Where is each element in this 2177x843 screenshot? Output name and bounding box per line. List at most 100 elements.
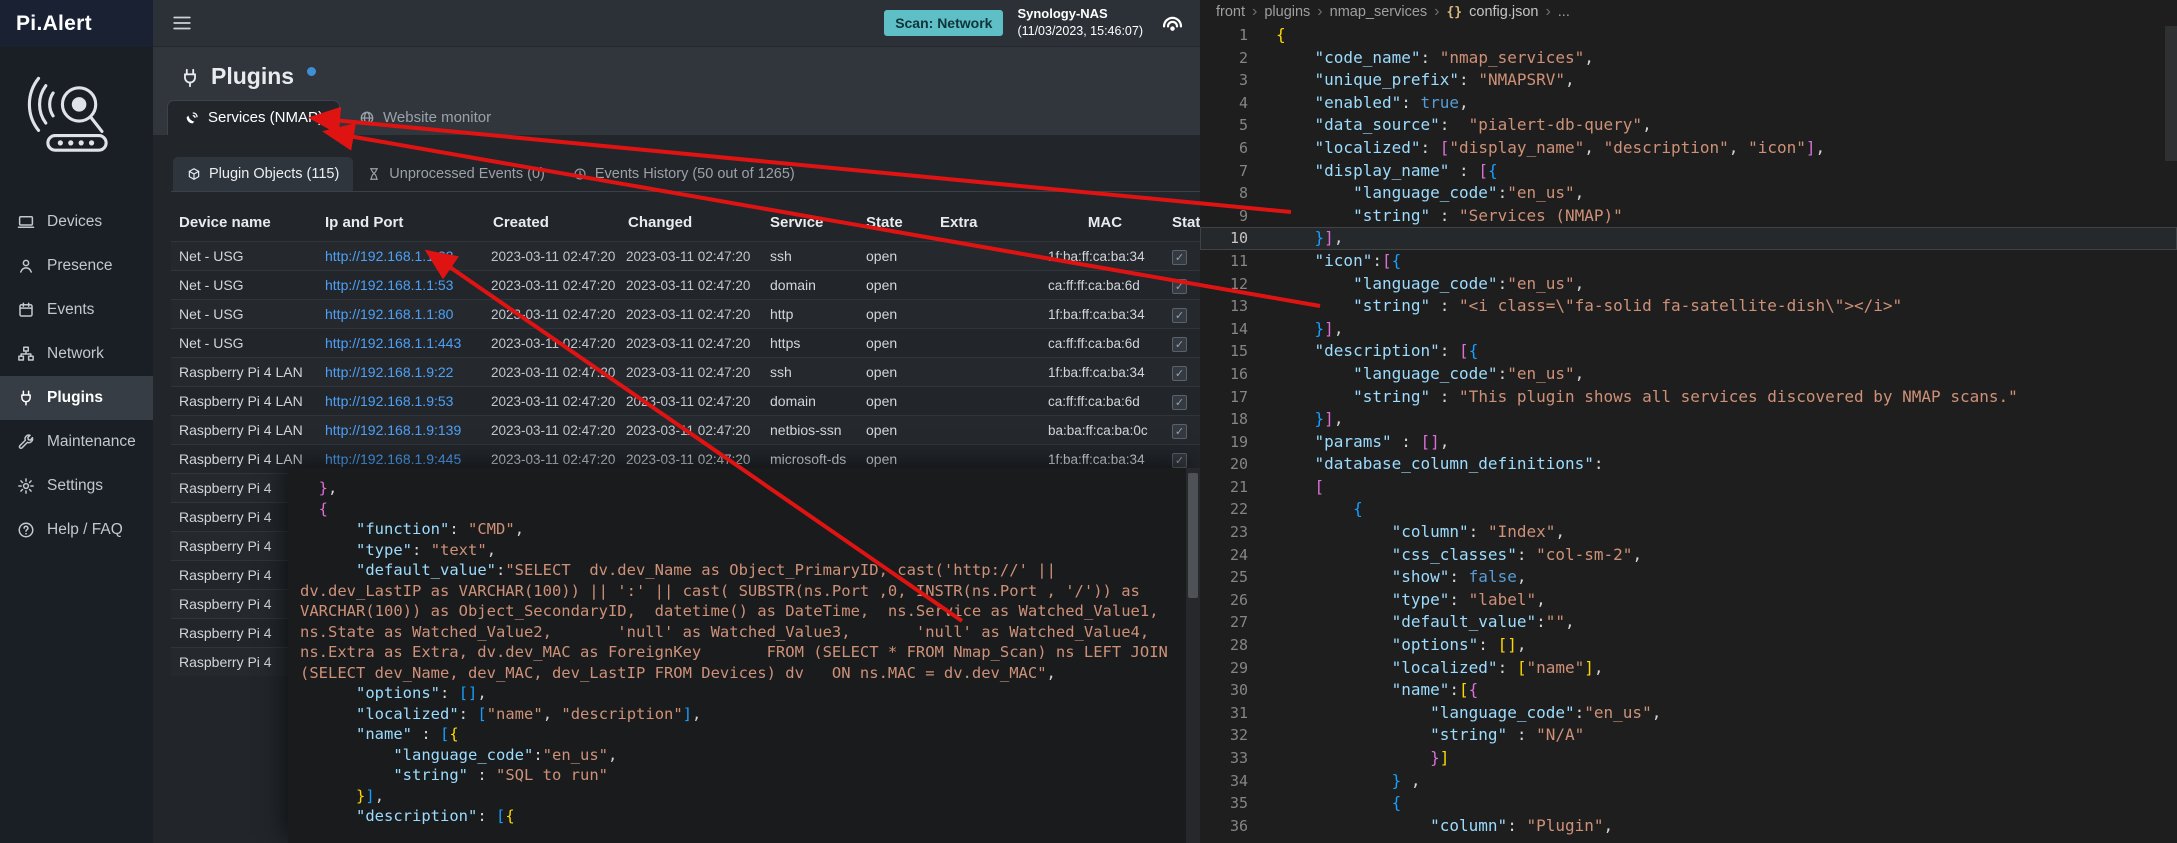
- row-checkbox[interactable]: ✓: [1172, 424, 1187, 439]
- editor-line[interactable]: 17 "string" : "This plugin shows all ser…: [1200, 386, 2177, 409]
- ip-port-link[interactable]: http://192.168.1.9:53: [325, 393, 453, 409]
- editor-line[interactable]: 12 "language_code":"en_us",: [1200, 273, 2177, 296]
- editor-line[interactable]: 8 "language_code":"en_us",: [1200, 182, 2177, 205]
- editor-line[interactable]: 14 }],: [1200, 318, 2177, 341]
- menu-icon[interactable]: [171, 12, 193, 34]
- breadcrumb-item-nmap-services[interactable]: nmap_services: [1330, 4, 1428, 20]
- editor-line[interactable]: 5 "data_source": "pialert-db-query",: [1200, 114, 2177, 137]
- breadcrumb-item-config-json[interactable]: config.json: [1469, 4, 1538, 20]
- editor-line[interactable]: 31 "language_code":"en_us",: [1200, 702, 2177, 725]
- editor-line[interactable]: 30 "name":[{: [1200, 679, 2177, 702]
- column-header-ip-and-port[interactable]: Ip and Port: [317, 204, 485, 242]
- editor-line[interactable]: 6 "localized": ["display_name", "descrip…: [1200, 137, 2177, 160]
- overlay-scrollbar[interactable]: [1186, 468, 1200, 843]
- sidebar-item-network[interactable]: Network: [0, 332, 153, 376]
- editor-line[interactable]: 24 "css_classes": "col-sm-2",: [1200, 544, 2177, 567]
- editor-line[interactable]: 22 {: [1200, 498, 2177, 521]
- sidebar-item-help-faq[interactable]: Help / FAQ: [0, 508, 153, 552]
- sidebar-item-presence[interactable]: Presence: [0, 244, 153, 288]
- column-header-created[interactable]: Created: [485, 204, 620, 242]
- overlay-code-line[interactable]: "string" : "SQL to run": [300, 765, 1170, 786]
- scan-status-badge[interactable]: Scan: Network: [884, 10, 1003, 36]
- column-header-status[interactable]: Status: [1164, 204, 1200, 242]
- row-checkbox[interactable]: ✓: [1172, 395, 1187, 410]
- row-checkbox[interactable]: ✓: [1172, 366, 1187, 381]
- column-header-state[interactable]: State: [858, 204, 932, 242]
- editor-line[interactable]: 15 "description": [{: [1200, 340, 2177, 363]
- tab-events-history-50-out-of-1265[interactable]: Events History (50 out of 1265): [559, 157, 809, 191]
- tab-website-monitor[interactable]: Website monitor: [342, 100, 508, 135]
- ip-port-link[interactable]: http://192.168.1.1:80: [325, 306, 453, 322]
- overlay-code-line[interactable]: "default_value":"SELECT dv.dev_Name as O…: [300, 560, 1170, 683]
- breadcrumb-item-[interactable]: ...: [1558, 4, 1570, 20]
- editor-line[interactable]: 11 "icon":[{: [1200, 250, 2177, 273]
- ip-port-link[interactable]: http://192.168.1.1:443: [325, 335, 461, 351]
- tab-plugin-objects-115[interactable]: Plugin Objects (115): [173, 157, 353, 191]
- ip-port-link[interactable]: http://192.168.1.1:53: [325, 277, 453, 293]
- overlay-code-line[interactable]: "localized": ["name", "description"],: [300, 704, 1170, 725]
- editor-line[interactable]: 13 "string" : "<i class=\"fa-solid fa-sa…: [1200, 295, 2177, 318]
- editor-line[interactable]: 27 "default_value":"",: [1200, 611, 2177, 634]
- editor-line[interactable]: 34 } ,: [1200, 770, 2177, 793]
- overlay-code-line[interactable]: }],: [300, 786, 1170, 807]
- row-checkbox[interactable]: ✓: [1172, 337, 1187, 352]
- editor-line[interactable]: 3 "unique_prefix": "NMAPSRV",: [1200, 69, 2177, 92]
- sidebar-item-events[interactable]: Events: [0, 288, 153, 332]
- column-header-device-name[interactable]: Device name: [171, 204, 317, 242]
- editor-line[interactable]: 2 "code_name": "nmap_services",: [1200, 47, 2177, 70]
- editor-line[interactable]: 10 }],: [1200, 227, 2177, 250]
- editor-line[interactable]: 35 {: [1200, 792, 2177, 815]
- overlay-code-line[interactable]: "description": [{: [300, 806, 1170, 827]
- sidebar-item-plugins[interactable]: Plugins: [0, 376, 153, 420]
- ip-port-link[interactable]: http://192.168.1.1:22: [325, 248, 453, 264]
- app-brand[interactable]: Pi.Alert: [0, 0, 153, 47]
- overlay-code-line[interactable]: {: [300, 499, 1170, 520]
- overlay-code-line[interactable]: "language_code":"en_us",: [300, 745, 1170, 766]
- overlay-scrollbar-thumb[interactable]: [1188, 473, 1198, 598]
- editor-line[interactable]: 1{: [1200, 24, 2177, 47]
- editor-line[interactable]: 32 "string" : "N/A": [1200, 724, 2177, 747]
- breadcrumb-item-plugins[interactable]: plugins: [1264, 4, 1310, 20]
- cell-device-name: Net - USG: [171, 242, 317, 271]
- ip-port-link[interactable]: http://192.168.1.9:139: [325, 422, 461, 438]
- editor-line[interactable]: 18 }],: [1200, 408, 2177, 431]
- editor-scrollbar-thumb[interactable]: [2165, 26, 2177, 161]
- tab-services-nmap[interactable]: Services (NMAP): [167, 100, 340, 135]
- editor-line[interactable]: 28 "options": [],: [1200, 634, 2177, 657]
- editor-line[interactable]: 29 "localized": ["name"],: [1200, 657, 2177, 680]
- editor-line[interactable]: 7 "display_name" : [{: [1200, 160, 2177, 183]
- editor-line[interactable]: 26 "type": "label",: [1200, 589, 2177, 612]
- column-header-extra[interactable]: Extra: [932, 204, 1046, 242]
- column-header-changed[interactable]: Changed: [620, 204, 762, 242]
- row-checkbox[interactable]: ✓: [1172, 453, 1187, 468]
- overlay-code-line[interactable]: },: [300, 478, 1170, 499]
- sidebar-item-maintenance[interactable]: Maintenance: [0, 420, 153, 464]
- editor-line[interactable]: 16 "language_code":"en_us",: [1200, 363, 2177, 386]
- editor-line[interactable]: 9 "string" : "Services (NMAP)": [1200, 205, 2177, 228]
- editor-line[interactable]: 19 "params" : [],: [1200, 431, 2177, 454]
- editor-line[interactable]: 33 }]: [1200, 747, 2177, 770]
- cell-status: ✓: [1164, 416, 1200, 445]
- editor-line[interactable]: 25 "show": false,: [1200, 566, 2177, 589]
- column-header-mac[interactable]: MAC: [1046, 204, 1164, 242]
- editor-line[interactable]: 21 [: [1200, 476, 2177, 499]
- row-checkbox[interactable]: ✓: [1172, 308, 1187, 323]
- editor-line[interactable]: 36 "column": "Plugin",: [1200, 815, 2177, 838]
- ip-port-link[interactable]: http://192.168.1.9:22: [325, 364, 453, 380]
- sidebar-item-devices[interactable]: Devices: [0, 200, 153, 244]
- overlay-code-line[interactable]: "options": [],: [300, 683, 1170, 704]
- row-checkbox[interactable]: ✓: [1172, 279, 1187, 294]
- column-header-service[interactable]: Service: [762, 204, 858, 242]
- editor-line[interactable]: 4 "enabled": true,: [1200, 92, 2177, 115]
- overlay-code-line[interactable]: "type": "text",: [300, 540, 1170, 561]
- breadcrumb-item-front[interactable]: front: [1216, 4, 1245, 20]
- sidebar-item-settings[interactable]: Settings: [0, 464, 153, 508]
- ip-port-link[interactable]: http://192.168.1.9:445: [325, 451, 461, 467]
- overlay-code-line[interactable]: "name" : [{: [300, 724, 1170, 745]
- editor-line[interactable]: 23 "column": "Index",: [1200, 521, 2177, 544]
- row-checkbox[interactable]: ✓: [1172, 250, 1187, 265]
- editor-line[interactable]: 20 "database_column_definitions":: [1200, 453, 2177, 476]
- editor-scrollbar[interactable]: [2165, 26, 2177, 843]
- overlay-code-line[interactable]: "function": "CMD",: [300, 519, 1170, 540]
- tab-unprocessed-events-0[interactable]: Unprocessed Events (0): [353, 157, 559, 191]
